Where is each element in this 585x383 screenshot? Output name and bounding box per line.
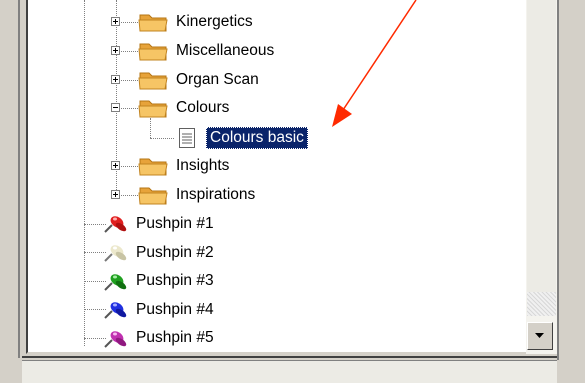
chevron-down-icon: [535, 333, 544, 338]
annotation-arrow-icon: [332, 0, 417, 127]
bottom-panel: [22, 360, 557, 383]
window-right-border: [557, 0, 559, 360]
scroll-down-button[interactable]: [527, 322, 553, 350]
window-right-frame: [557, 0, 585, 382]
scrollbar-track[interactable]: [527, 0, 556, 292]
scrollbar-thumb[interactable]: [527, 292, 556, 316]
